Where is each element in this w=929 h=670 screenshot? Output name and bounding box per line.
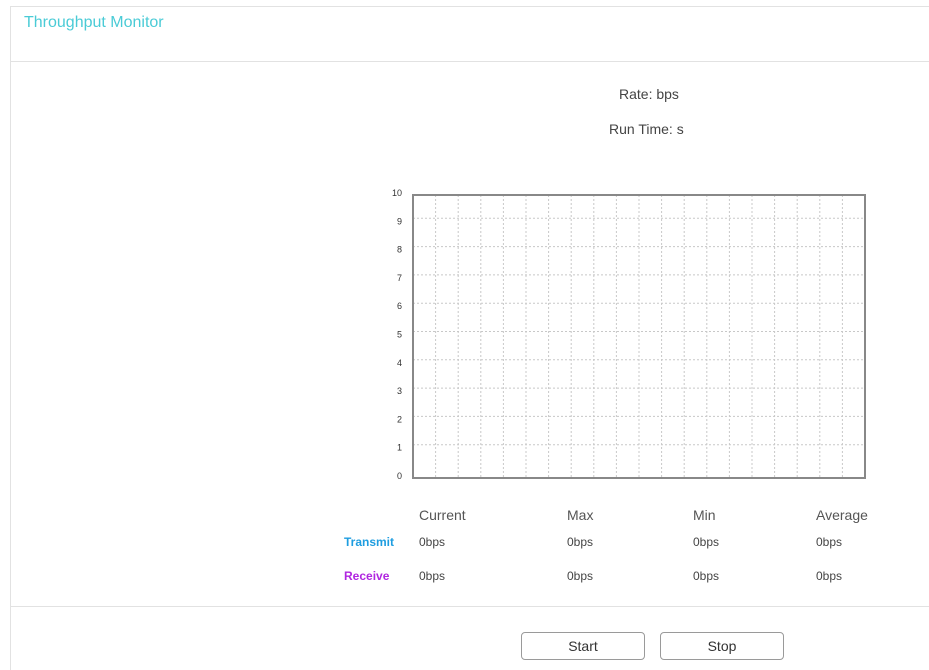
start-button[interactable]: Start <box>521 632 645 660</box>
panel-header: Throughput Monitor <box>10 6 929 62</box>
page-title: Throughput Monitor <box>24 14 164 31</box>
runtime-readout: Run Time: s <box>609 121 684 137</box>
transmit-average: 0bps <box>816 535 843 549</box>
col-header-average: Average <box>816 507 868 523</box>
col-header-current: Current <box>419 507 466 523</box>
y-tick-label-1: 1 <box>397 443 402 453</box>
receive-max: 0bps <box>567 569 594 583</box>
receive-min: 0bps <box>693 569 720 583</box>
y-tick-label-4: 4 <box>397 358 402 368</box>
receive-current: 0bps <box>419 569 446 583</box>
y-tick-label-2: 2 <box>397 414 402 424</box>
y-tick-label-7: 7 <box>397 273 402 283</box>
y-tick-label-0: 0 <box>397 471 402 481</box>
y-tick-label-3: 3 <box>397 386 402 396</box>
receive-average: 0bps <box>816 569 843 583</box>
stop-button[interactable]: Stop <box>660 632 784 660</box>
transmit-current: 0bps <box>419 535 446 549</box>
transmit-max: 0bps <box>567 535 594 549</box>
row-label-transmit: Transmit <box>344 535 395 549</box>
row-label-receive: Receive <box>344 569 390 583</box>
y-tick-label-5: 5 <box>397 330 402 340</box>
y-tick-label-9: 9 <box>397 216 402 226</box>
graph-y-ticks: 0 1 2 3 4 5 6 7 8 9 10 <box>392 188 402 481</box>
col-header-min: Min <box>693 507 716 523</box>
col-header-max: Max <box>567 507 594 523</box>
rate-readout: Rate: bps <box>619 86 679 102</box>
graph-grid <box>413 195 865 478</box>
transmit-min: 0bps <box>693 535 720 549</box>
y-tick-label-8: 8 <box>397 245 402 255</box>
y-tick-label-10: 10 <box>392 188 402 198</box>
y-tick-label-6: 6 <box>397 301 402 311</box>
footer-divider <box>10 606 929 607</box>
throughput-graph: 0 1 2 3 4 5 6 7 8 9 10 <box>392 188 866 481</box>
